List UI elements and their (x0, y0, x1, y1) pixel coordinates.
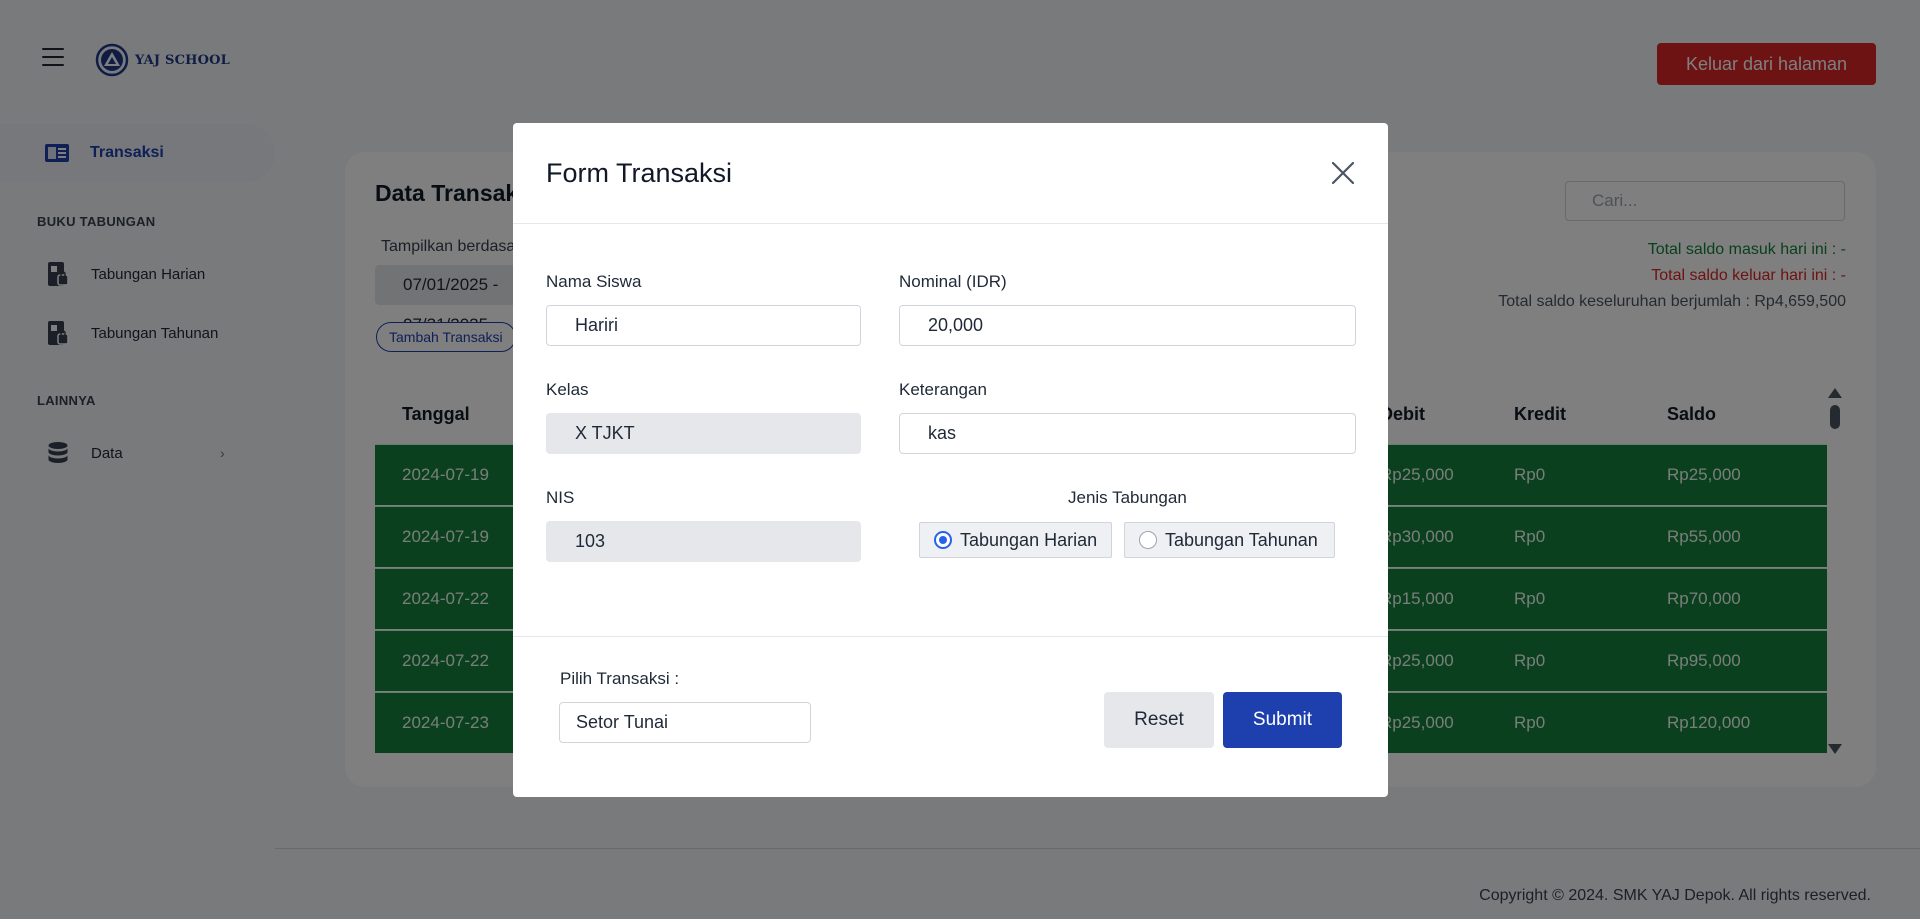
kelas-label: Kelas (546, 380, 589, 399)
radio-label: Tabungan Harian (960, 529, 1098, 550)
nama-siswa-input[interactable] (546, 305, 861, 346)
nominal-label: Nominal (IDR) (899, 272, 1007, 291)
radio-selected-icon (934, 531, 952, 549)
jenis-tabungan-label: Jenis Tabungan (1068, 488, 1187, 507)
radio-tabungan-tahunan[interactable]: Tabungan Tahunan (1124, 522, 1335, 558)
pilih-transaksi-select[interactable]: Setor Tunai (559, 702, 811, 743)
nis-input (546, 521, 861, 562)
modal-title: Form Transaksi (546, 158, 733, 188)
kelas-input (546, 413, 861, 454)
radio-label: Tabungan Tahunan (1165, 529, 1318, 550)
close-icon[interactable] (1328, 158, 1358, 188)
reset-button[interactable]: Reset (1104, 692, 1214, 748)
radio-unselected-icon (1139, 531, 1157, 549)
nominal-input[interactable] (899, 305, 1356, 346)
keterangan-label: Keterangan (899, 380, 987, 399)
modal-footer-divider (513, 636, 1388, 637)
nama-siswa-label: Nama Siswa (546, 272, 642, 291)
keterangan-input[interactable] (899, 413, 1356, 454)
pilih-transaksi-label: Pilih Transaksi : (560, 669, 680, 688)
submit-button[interactable]: Submit (1223, 692, 1342, 748)
radio-tabungan-harian[interactable]: Tabungan Harian (919, 522, 1112, 558)
transaction-form-modal: Form Transaksi Nama Siswa Nominal (IDR) … (513, 123, 1388, 797)
modal-header-divider (513, 223, 1388, 224)
nis-label: NIS (546, 488, 575, 507)
